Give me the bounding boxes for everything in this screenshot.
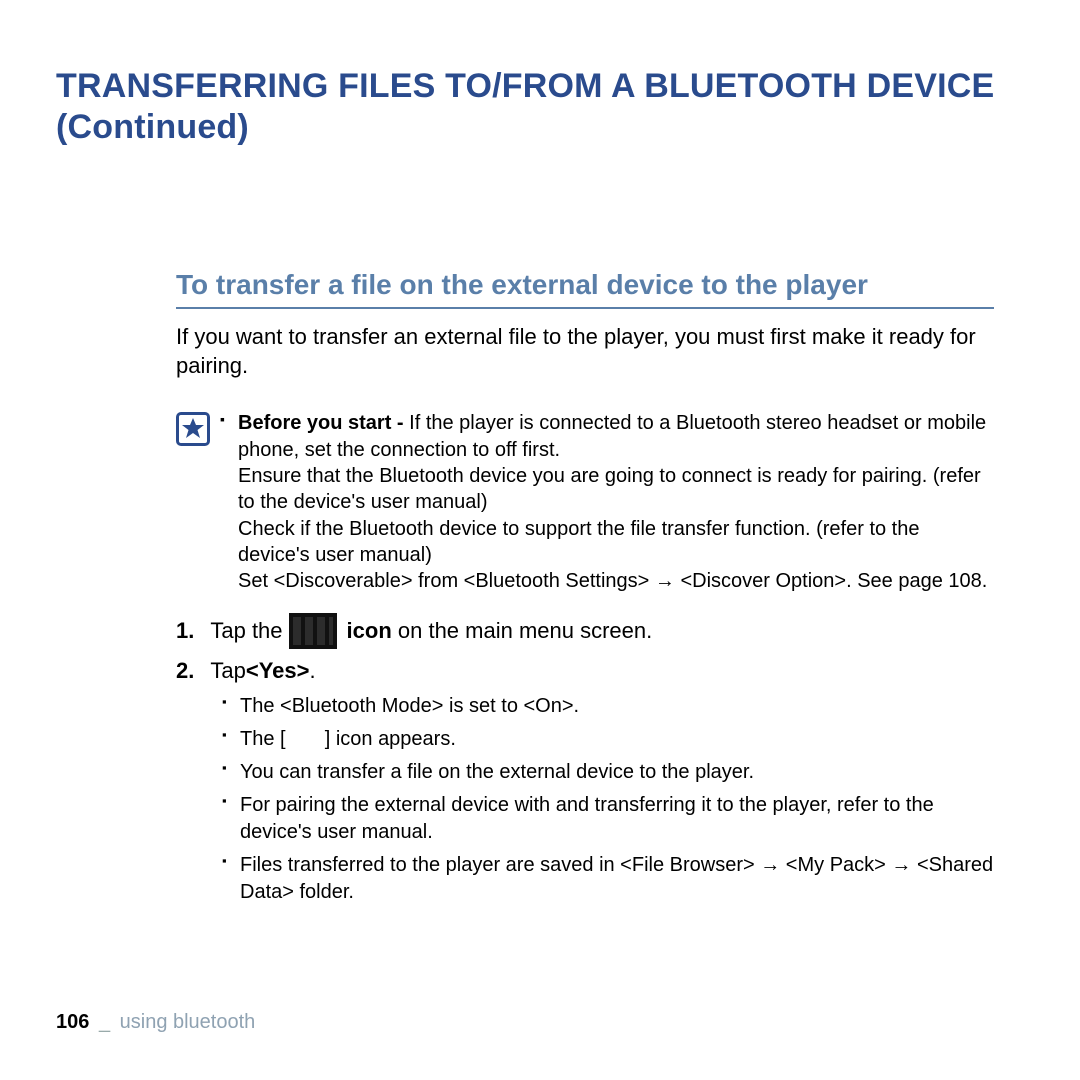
sub-bullet: The <Bluetooth Mode> is set to <On>. (222, 693, 994, 720)
step-number: 1. (176, 617, 194, 646)
main-menu-icon (289, 613, 337, 649)
step-1: 1. Tap the icon on the main menu screen. (176, 613, 994, 649)
step-2-subbullets: The <Bluetooth Mode> is set to <On>. The… (222, 693, 994, 906)
step-1-icon-word: icon (347, 618, 392, 643)
step-1-post: on the main menu screen. (392, 618, 652, 643)
step-1-pre: Tap the (210, 617, 282, 646)
step-2-yes: <Yes> (246, 657, 310, 686)
note-bullet-item: Before you start - If the player is conn… (232, 410, 994, 595)
section-subtitle: To transfer a file on the external devic… (176, 269, 994, 309)
step-2-pre: Tap (210, 657, 245, 686)
intro-text: If you want to transfer an external file… (176, 323, 994, 380)
step-2-post: . (309, 657, 315, 686)
page-footer: 106 _ using bluetooth (56, 1011, 255, 1034)
content-block: To transfer a file on the external devic… (176, 269, 994, 907)
step-2: 2. Tap <Yes>. (176, 657, 994, 686)
sub-bullet-2b: ] icon appears. (325, 728, 456, 750)
star-note-icon (176, 412, 210, 446)
sub-bullet: For pairing the external device with and… (222, 792, 994, 846)
page-title: TRANSFERRING FILES TO/FROM A BLUETOOTH D… (56, 66, 1024, 149)
sub-bullet-2a: The [ (240, 728, 286, 750)
note-line-4: Set <Discoverable> from <Bluetooth Setti… (238, 568, 994, 594)
before-you-start-label: Before you start - (238, 412, 409, 434)
sub-bullet: The [ ] icon appears. (222, 726, 994, 753)
page-number: 106 (56, 1011, 89, 1033)
note-line-3: Check if the Bluetooth device to support… (238, 516, 994, 569)
sub-bullet: You can transfer a file on the external … (222, 759, 994, 786)
manual-page: TRANSFERRING FILES TO/FROM A BLUETOOTH D… (0, 0, 1080, 1080)
sub-bullet: Files transferred to the player are save… (222, 852, 994, 906)
note-line-2: Ensure that the Bluetooth device you are… (238, 463, 994, 516)
footer-section-name: using bluetooth (120, 1011, 256, 1033)
footer-separator: _ (99, 1011, 110, 1033)
before-you-start-note: Before you start - If the player is conn… (176, 410, 994, 595)
step-number: 2. (176, 657, 194, 686)
